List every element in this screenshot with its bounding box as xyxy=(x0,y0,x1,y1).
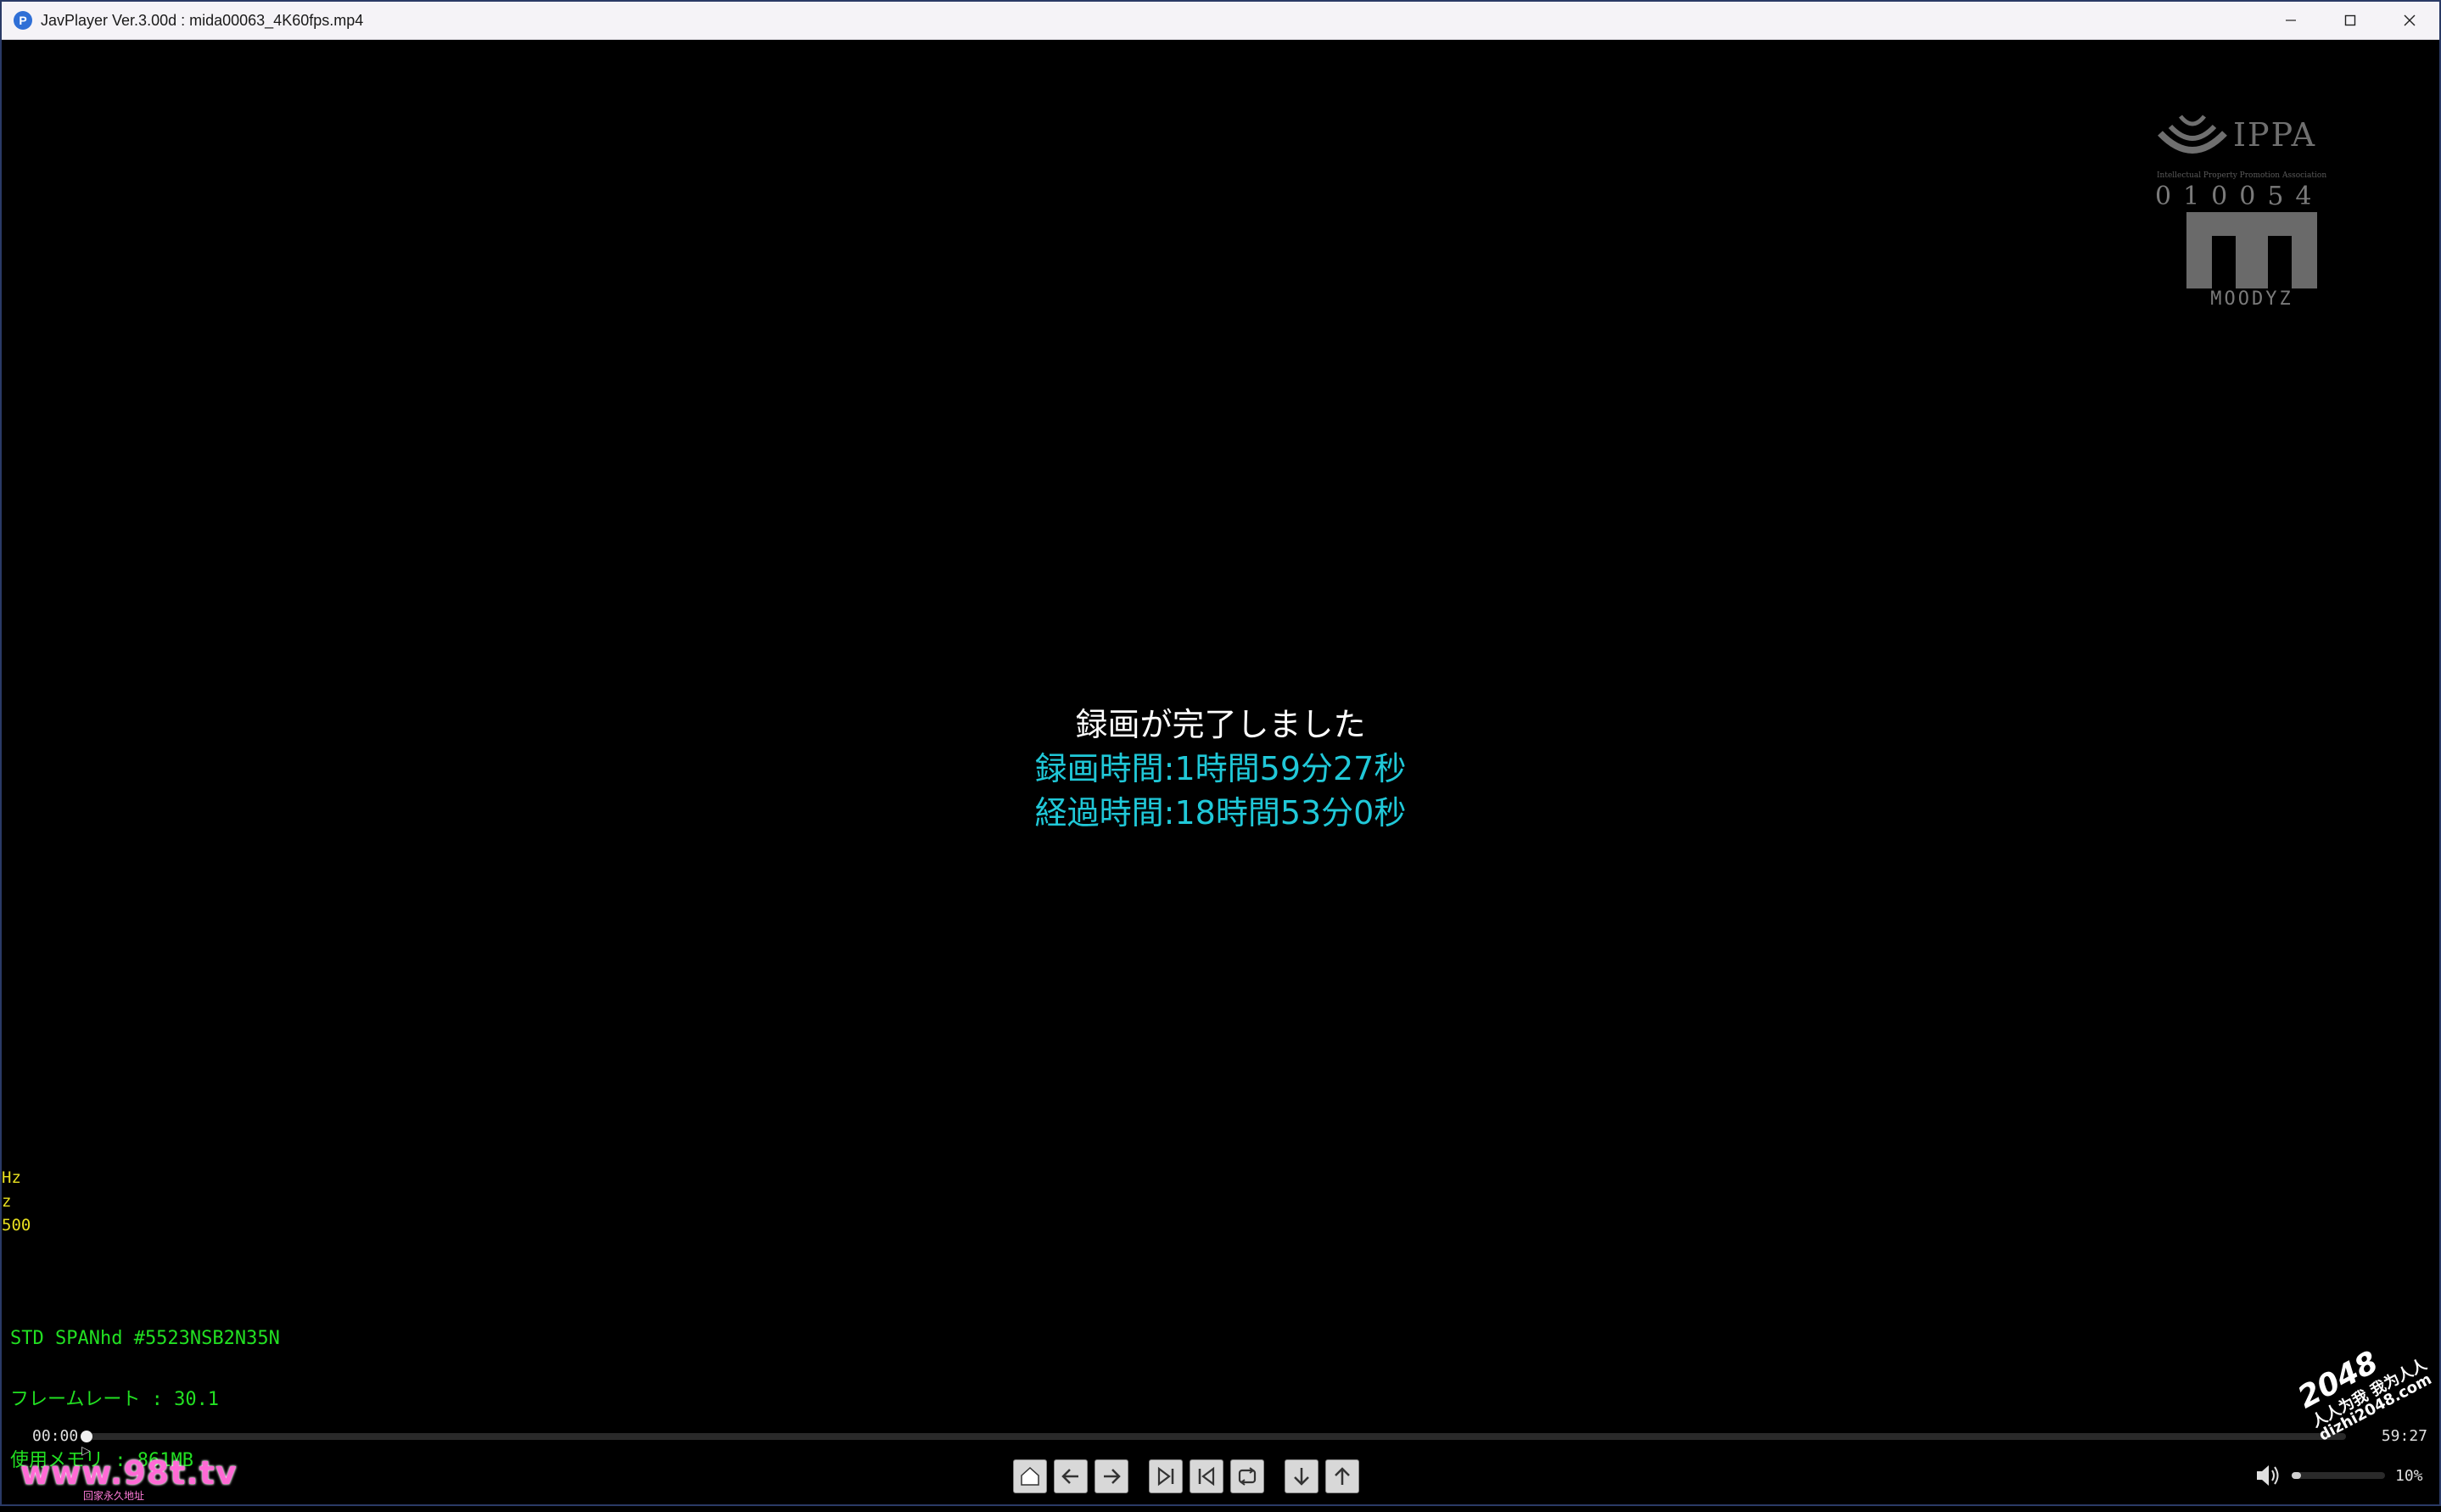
stats-mode: STD SPANhd #5523NSB2N35N xyxy=(10,1328,280,1349)
skip-back-icon xyxy=(1198,1466,1215,1487)
maximize-icon xyxy=(2344,14,2356,26)
arrow-down-icon xyxy=(1294,1468,1309,1486)
moodyz-m-icon xyxy=(2186,212,2317,288)
skip-start-button[interactable] xyxy=(1190,1459,1223,1493)
speaker-icon[interactable] xyxy=(2254,1463,2281,1488)
skip-forward-icon xyxy=(1157,1466,1174,1487)
audio-info-line: z xyxy=(2,1192,12,1211)
audio-info-line: Hz xyxy=(2,1168,21,1187)
arrow-left-icon xyxy=(1061,1469,1078,1484)
stats-framerate: フレームレート : 30.1 xyxy=(10,1389,220,1410)
up-button[interactable] xyxy=(1325,1459,1359,1493)
volume-fill xyxy=(2292,1472,2301,1479)
recording-complete-title: 録画が完了しました xyxy=(1075,706,1366,743)
ippa-subtitle: Intellectual Property Promotion Associat… xyxy=(2157,171,2327,180)
moodyz-logo-text: MOODYZ xyxy=(2210,288,2293,310)
ippa-logo-text: IPPA xyxy=(2233,116,2317,154)
volume-percent: 10% xyxy=(2395,1466,2423,1485)
arrow-up-icon xyxy=(1335,1467,1350,1485)
studio-logo: IPPA Intellectual Property Promotion Ass… xyxy=(2148,70,2326,324)
maximize-button[interactable] xyxy=(2321,2,2380,39)
volume-control: 10% xyxy=(2254,1463,2423,1488)
watermark-left: www.98t.tv xyxy=(20,1454,238,1492)
transport-controls xyxy=(1013,1459,1366,1493)
close-icon xyxy=(2404,14,2416,26)
close-button[interactable] xyxy=(2380,2,2439,39)
skip-end-button[interactable] xyxy=(1149,1459,1183,1493)
recording-duration: 録画時間:1時間59分27秒 xyxy=(1034,750,1407,787)
ippa-code: 010054 xyxy=(2155,182,2324,211)
recording-complete-message: 録画が完了しました 録画時間:1時間59分27秒 経過時間:18時間53分0秒 xyxy=(2,703,2439,835)
repeat-icon xyxy=(1238,1467,1257,1486)
ippa-emblem-icon xyxy=(2158,115,2227,154)
player-window: P JavPlayer Ver.3.00d : mida00063_4K60fp… xyxy=(0,0,2441,1506)
window-controls xyxy=(2261,2,2439,39)
seek-thumb[interactable] xyxy=(81,1431,92,1442)
audio-info-line: 500 xyxy=(2,1216,31,1235)
current-time: 00:00 xyxy=(32,1427,79,1445)
home-button[interactable] xyxy=(1013,1459,1047,1493)
seek-bar[interactable] xyxy=(87,1433,2346,1440)
elapsed-time: 経過時間:18時間53分0秒 xyxy=(1034,794,1407,832)
audio-info-overlay: Hz z 500 xyxy=(2,1166,31,1237)
watermark-left-sub: 回家永久地址 xyxy=(83,1490,145,1502)
repeat-button[interactable] xyxy=(1230,1459,1264,1493)
title-bar[interactable]: P JavPlayer Ver.3.00d : mida00063_4K60fp… xyxy=(2,2,2439,40)
next-button[interactable] xyxy=(1095,1459,1128,1493)
arrow-right-icon xyxy=(1104,1469,1121,1484)
total-time: 59:27 xyxy=(2381,1427,2427,1445)
minimize-icon xyxy=(2286,20,2296,21)
prev-button[interactable] xyxy=(1054,1459,1088,1493)
window-title: JavPlayer Ver.3.00d : mida00063_4K60fps.… xyxy=(41,11,364,29)
volume-slider[interactable] xyxy=(2292,1472,2385,1479)
home-icon xyxy=(1021,1466,1039,1486)
down-button[interactable] xyxy=(1285,1459,1318,1493)
minimize-button[interactable] xyxy=(2261,2,2321,39)
app-icon: P xyxy=(14,11,32,30)
